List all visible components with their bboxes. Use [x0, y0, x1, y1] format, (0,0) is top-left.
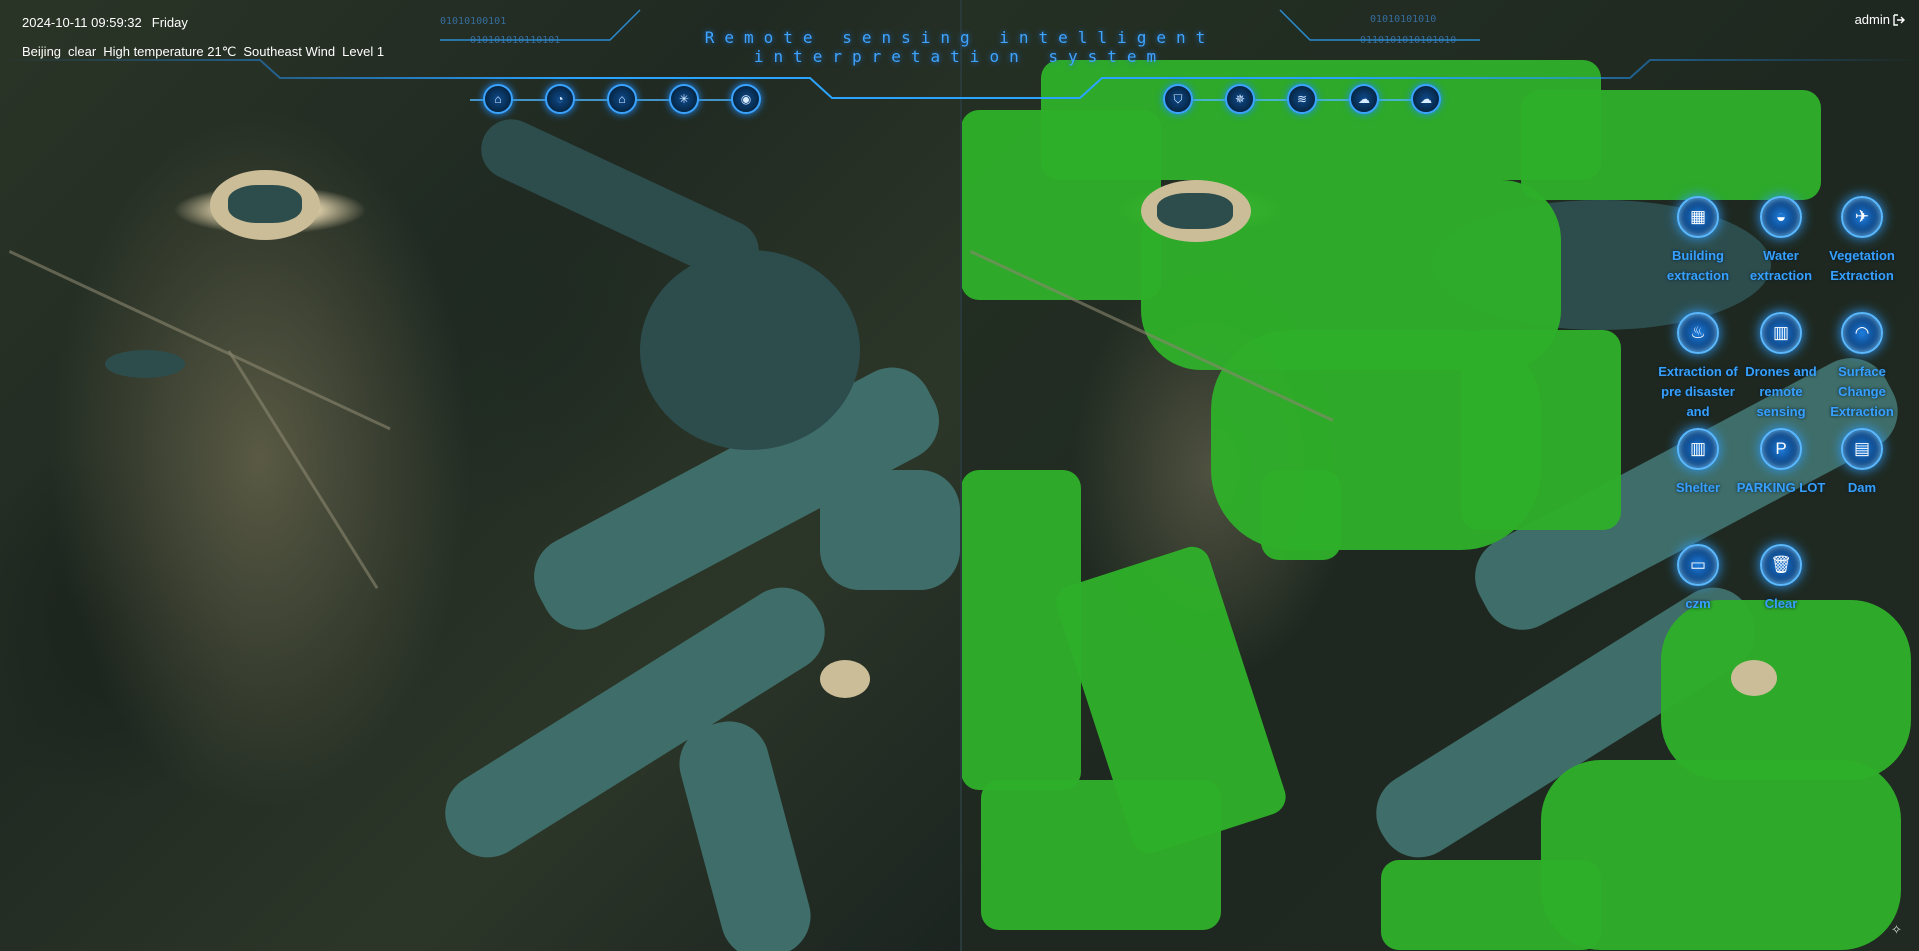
username[interactable]: admin: [1855, 12, 1890, 27]
screen-icon[interactable]: ▭: [1677, 544, 1719, 586]
reservoir-water: [228, 185, 302, 223]
gauge-icon[interactable]: ◠: [1841, 312, 1883, 354]
tool-czm[interactable]: ▭ czm: [1653, 544, 1743, 614]
tool-label: Clear: [1764, 596, 1798, 611]
tool-label: czm: [1685, 596, 1711, 611]
vegetation-mask: [1661, 600, 1911, 780]
magic-wand-icon[interactable]: ✧: [1891, 923, 1905, 937]
home-icon[interactable]: ⌂: [483, 84, 513, 114]
water-icon[interactable]: ◒: [1760, 196, 1802, 238]
tool-label: Shelter: [1675, 480, 1721, 495]
tool-label: Surface Change Extraction: [1830, 364, 1894, 419]
vegetation-mask: [1521, 90, 1821, 200]
parking-icon[interactable]: P: [1760, 428, 1802, 470]
pond: [105, 350, 185, 378]
vegetation-mask: [961, 470, 1081, 790]
tool-label: Extraction of pre disaster and: [1658, 364, 1738, 419]
tool-label: PARKING LOT: [1736, 480, 1826, 495]
weather-condition: clear: [68, 44, 97, 59]
tool-shelter[interactable]: ▥ Shelter: [1653, 428, 1743, 498]
river: [670, 712, 820, 951]
shield-icon[interactable]: ⛉: [1163, 84, 1193, 114]
datetime-display: 2024-10-11 09:59:32 Friday: [22, 15, 198, 30]
sand-patch: [820, 660, 870, 698]
vegetation-mask: [1381, 860, 1601, 950]
trash-icon[interactable]: 🗑: [1760, 544, 1802, 586]
network-icon[interactable]: ✳: [669, 84, 699, 114]
vegetation-mask: [1041, 60, 1601, 180]
tool-label: Dam: [1847, 480, 1877, 495]
tool-parking-lot[interactable]: P PARKING LOT: [1736, 428, 1826, 498]
tool-building-extraction[interactable]: ▦ Building extraction: [1653, 196, 1743, 286]
tool-clear[interactable]: 🗑 Clear: [1736, 544, 1826, 614]
layers-icon[interactable]: ≋: [1287, 84, 1317, 114]
tool-label: Building extraction: [1666, 248, 1730, 283]
vegetation-mask: [1261, 470, 1341, 560]
airplane-icon[interactable]: ✈: [1841, 196, 1883, 238]
datetime: 2024-10-11 09:59:32: [22, 15, 142, 30]
wind-level: Level 1: [342, 44, 385, 59]
building-icon[interactable]: ▦: [1677, 196, 1719, 238]
road: [8, 250, 391, 431]
logout-icon[interactable]: [1893, 13, 1905, 26]
cloud-upload-icon[interactable]: ☁: [1349, 84, 1379, 114]
user-menu[interactable]: admin: [1855, 12, 1905, 27]
radar-icon[interactable]: ◔: [545, 84, 575, 114]
tool-vegetation-extraction[interactable]: ✈ Vegetation Extraction: [1817, 196, 1907, 286]
tool-label: Drones and remote sensing: [1745, 364, 1817, 419]
weekday: Friday: [151, 15, 188, 30]
tool-label: Water extraction: [1749, 248, 1813, 283]
lock-icon[interactable]: ⌂: [607, 84, 637, 114]
weather-display: Beijing clear High temperature 21℃ Southeas…: [22, 44, 391, 60]
original-image-panel[interactable]: [0, 0, 961, 951]
reservoir-water: [1157, 193, 1233, 229]
vegetation-mask: [981, 780, 1221, 930]
factory-icon[interactable]: ▥: [1760, 312, 1802, 354]
tool-label: Vegetation Extraction: [1829, 248, 1895, 283]
tool-water-extraction[interactable]: ◒ Water extraction: [1736, 196, 1826, 286]
satellite-icon[interactable]: ✵: [1225, 84, 1255, 114]
vegetation-mask: [1461, 330, 1621, 530]
tool-drones-remote-sensing[interactable]: ▥ Drones and remote sensing: [1736, 312, 1826, 422]
fire-icon[interactable]: ♨: [1677, 312, 1719, 354]
tool-pre-disaster-extraction[interactable]: ♨ Extraction of pre disaster and: [1653, 312, 1743, 422]
wind: Southeast Wind: [243, 44, 336, 59]
temperature: High temperature 21℃: [103, 44, 237, 59]
shelter-icon[interactable]: ▥: [1677, 428, 1719, 470]
tool-surface-change-extraction[interactable]: ◠ Surface Change Extraction: [1817, 312, 1907, 422]
sand-patch: [1731, 660, 1777, 696]
city: Beijing: [22, 44, 62, 59]
marsh-water: [640, 250, 860, 450]
camera-icon[interactable]: ◉: [731, 84, 761, 114]
split-divider[interactable]: [960, 0, 962, 951]
cloud-download-icon[interactable]: ☁: [1411, 84, 1441, 114]
tool-dam[interactable]: ▤ Dam: [1817, 428, 1907, 498]
dam-icon[interactable]: ▤: [1841, 428, 1883, 470]
